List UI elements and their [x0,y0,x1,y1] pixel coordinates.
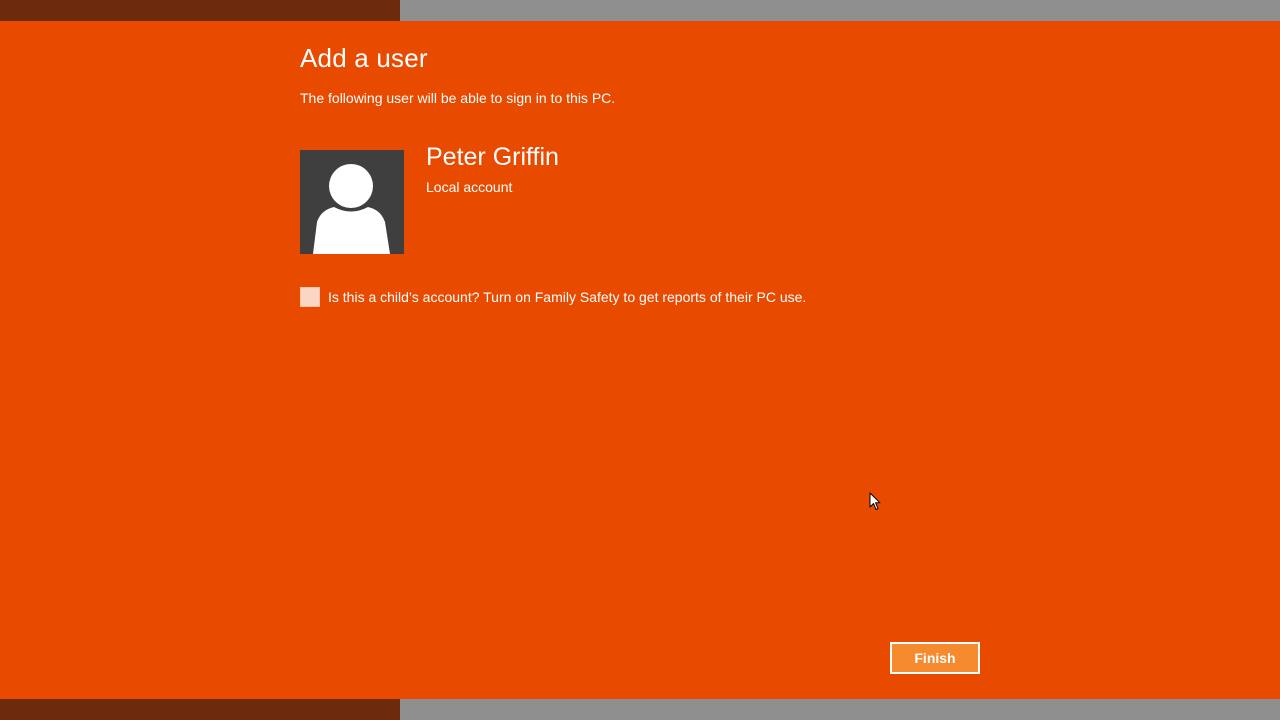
page-title: Add a user [300,43,428,73]
user-avatar [300,150,404,254]
top-strip [0,0,1280,21]
finish-button[interactable]: Finish [890,642,980,674]
add-user-screen: Add a user The following user will be ab… [0,0,1280,720]
mouse-pointer-icon [869,492,881,510]
top-strip-grey-segment [400,0,1280,21]
child-account-label[interactable]: Is this a child’s account? Turn on Famil… [328,289,806,305]
user-silhouette-icon [313,164,390,254]
page-subtitle: The following user will be able to sign … [300,90,616,106]
account-type: Local account [426,179,513,195]
child-account-checkbox[interactable] [300,286,320,307]
bottom-strip-dark-segment [0,699,400,720]
bottom-strip [0,699,1280,720]
user-name: Peter Griffin [426,143,559,171]
top-strip-dark-segment [0,0,400,21]
bottom-strip-grey-segment [400,699,1280,720]
family-safety-row[interactable]: Is this a child’s account? Turn on Famil… [300,286,806,307]
